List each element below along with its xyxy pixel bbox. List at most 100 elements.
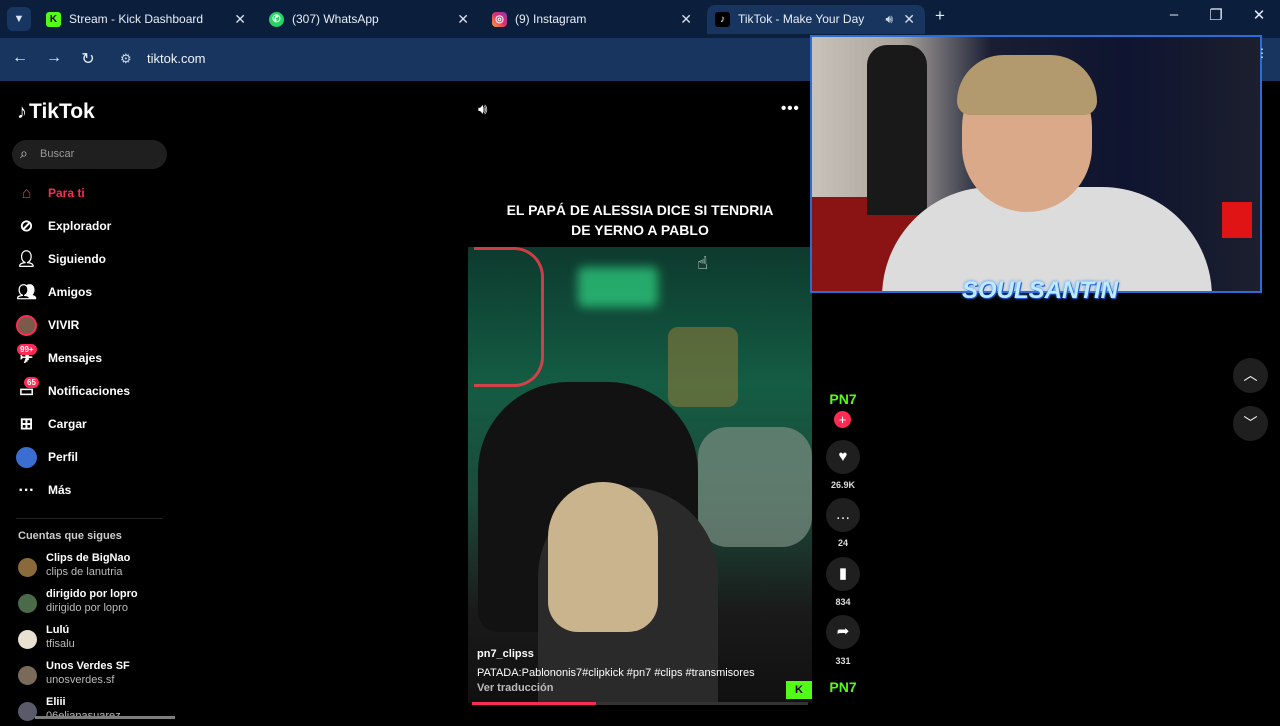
speaker-icon[interactable]: 🔊︎ [885, 5, 893, 34]
tiktok-icon: ♪ [715, 12, 730, 27]
close-icon[interactable]: ✕ [903, 5, 915, 34]
comment-icon: … [835, 506, 851, 523]
more-vertical-icon[interactable]: ⋮ [1256, 46, 1268, 76]
account-handle: tfisalu [46, 638, 75, 650]
tab-instagram[interactable]: ◎ (9) Instagram ✕ [484, 5, 702, 34]
tiktok-icon: ♪ [17, 101, 27, 123]
back-button[interactable]: ← [10, 49, 30, 67]
instagram-icon: ◎ [492, 12, 507, 27]
video-player[interactable]: pn7_clipss PATADA:Pablononis7#clipkick #… [468, 247, 812, 703]
kick-icon: K [46, 12, 61, 27]
video-caption: EL PAPÁ DE ALESSIA DICE SI TENDRIA DE YE… [472, 200, 808, 240]
tab-kick-dashboard[interactable]: K Stream - Kick Dashboard ✕ [38, 5, 256, 34]
account-name: Lulú [46, 624, 70, 636]
video-progress-fill [472, 702, 597, 705]
nav-label: Perfil [48, 450, 79, 464]
nav-live[interactable]: VIVIR [16, 312, 166, 338]
minimize-button[interactable]: – [1159, 6, 1189, 23]
restore-button[interactable]: ❐ [1201, 6, 1231, 24]
divider [16, 518, 163, 519]
profile-icon [16, 447, 37, 468]
whatsapp-icon: ✆ [269, 12, 284, 27]
follow-plus-icon[interactable]: + [834, 411, 851, 428]
search-input[interactable] [40, 145, 160, 163]
video-progress-bar[interactable] [472, 702, 808, 705]
account-handle: unosverdes.sf [46, 674, 115, 686]
nav-upload[interactable]: ⊞ Cargar [16, 411, 166, 437]
mouse-cursor: ☝︎ [697, 253, 708, 273]
chevron-down-icon: ﹀ [1243, 415, 1258, 431]
caption-line: EL PAPÁ DE ALESSIA DICE SI TENDRIA [506, 202, 774, 218]
site-settings-icon[interactable]: ⚙︎ [120, 51, 132, 67]
volume-icon[interactable]: 🔊︎ [478, 101, 487, 118]
following-account[interactable]: Eliii 06elianasuarez [16, 696, 166, 726]
nav-friends[interactable]: 👥︎ Amigos [16, 279, 166, 305]
video-description: PATADA:Pablononis7#clipkick #pn7 #clips … [477, 667, 755, 679]
comment-button[interactable]: … [826, 498, 860, 532]
music-disc-avatar[interactable]: PN7 [827, 679, 859, 695]
previous-video-button[interactable]: ︿ [1233, 358, 1268, 393]
save-button[interactable]: ▮ [826, 557, 860, 591]
nav-label: VIVIR [48, 318, 80, 332]
nav-notifications[interactable]: ▭ 65 Notificaciones [16, 377, 166, 404]
forward-button[interactable]: → [44, 49, 64, 67]
avatar [18, 630, 37, 649]
close-window-button[interactable]: ✕ [1244, 6, 1274, 24]
avatar [18, 666, 37, 685]
avatar [18, 594, 37, 613]
tiktok-logo[interactable]: ♪TikTok [17, 100, 95, 124]
nav-for-you[interactable]: ⌂ Para ti [16, 180, 166, 206]
following-account[interactable]: dirigido por lopro dirigido por lopro [16, 588, 166, 618]
nav-explore[interactable]: ⊘ Explorador [16, 213, 166, 239]
tab-search-button[interactable]: ▼ [7, 7, 31, 31]
tab-tiktok[interactable]: ♪ TikTok - Make Your Day 🔊︎ ✕ [707, 5, 925, 34]
cam-scene-red-light [1222, 202, 1252, 238]
account-name: Clips de BigNao [46, 552, 131, 564]
close-icon[interactable]: ✕ [457, 5, 469, 34]
following-account[interactable]: Unos Verdes SF unosverdes.sf [16, 660, 166, 690]
nav-profile[interactable]: Perfil [16, 444, 166, 470]
home-icon: ⌂ [21, 185, 32, 202]
like-count: 26.9K [830, 480, 856, 490]
share-button[interactable]: ➦ [826, 615, 860, 649]
nav-more[interactable]: ··· Más [16, 477, 166, 503]
nav-following[interactable]: 👤︎ Siguiendo [16, 246, 166, 272]
next-video-button[interactable]: ﹀ [1233, 406, 1268, 441]
notifications-badge: 65 [24, 377, 39, 388]
more-options-icon[interactable]: ••• [781, 100, 800, 117]
following-account[interactable]: Lulú tfisalu [16, 624, 166, 654]
video-scene-couch [698, 427, 812, 547]
video-scene-neon [474, 247, 544, 387]
account-name: dirigido por lopro [46, 588, 138, 600]
reload-button[interactable]: ↻ [78, 49, 98, 69]
tab-title: Stream - Kick Dashboard [69, 12, 204, 26]
close-icon[interactable]: ✕ [234, 5, 246, 34]
nav-label: Amigos [48, 285, 93, 299]
live-avatar-icon [16, 315, 37, 336]
following-account[interactable]: Clips de BigNao clips de lanutria [16, 552, 166, 582]
tab-title: TikTok - Make Your Day [738, 12, 865, 26]
see-translation-link[interactable]: Ver traducción [477, 682, 553, 694]
caption-line: DE YERNO A PABLO [571, 222, 709, 238]
tab-title: (9) Instagram [515, 12, 587, 26]
close-icon[interactable]: ✕ [680, 5, 692, 34]
following-icon: 👤︎ [16, 251, 37, 268]
nav-label: Cargar [48, 417, 87, 431]
upload-icon: ⊞ [19, 416, 34, 433]
nav-label: Siguiendo [48, 252, 106, 266]
tab-whatsapp[interactable]: ✆ (307) WhatsApp ✕ [261, 5, 479, 34]
like-button[interactable]: ♥ [826, 440, 860, 474]
video-scene-trophies [668, 327, 738, 407]
account-name: Unos Verdes SF [46, 660, 130, 672]
search-box[interactable]: ⌕ [12, 140, 167, 169]
account-name: Eliii [46, 696, 66, 708]
video-username[interactable]: pn7_clipss [477, 648, 534, 660]
account-handle: dirigido por lopro [46, 602, 128, 614]
new-tab-button[interactable]: + [935, 6, 951, 26]
address-input[interactable]: tiktok.com [147, 51, 206, 66]
nav-label: Más [48, 483, 72, 497]
kick-watermark: K [786, 681, 812, 699]
video-scene-hair [548, 482, 658, 632]
logo-text: TikTok [29, 100, 95, 123]
nav-messages[interactable]: ✈︎ 99+ Mensajes [16, 344, 166, 371]
